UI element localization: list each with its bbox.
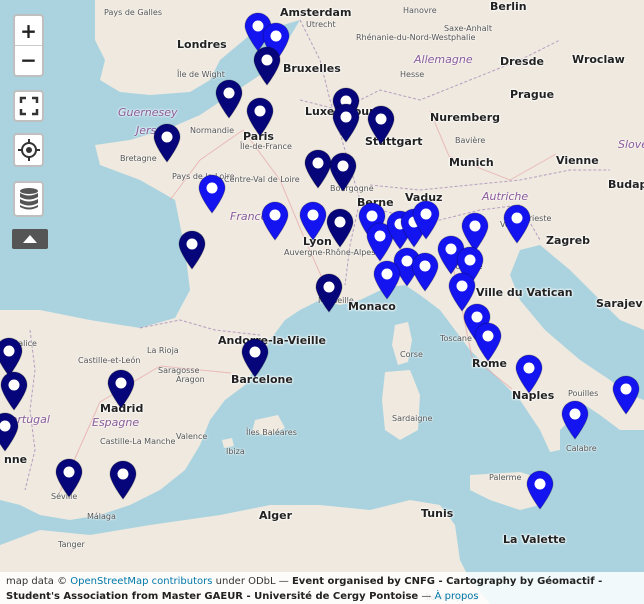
city-label: Amsterdam: [280, 6, 352, 19]
city-label: Wroclaw: [572, 53, 625, 66]
region-label: Castille-La Manche: [100, 437, 176, 446]
region-label: Centre-Val de Loire: [224, 175, 300, 184]
map-marker-pin-icon[interactable]: [314, 273, 344, 313]
map-marker-pin-icon[interactable]: [245, 97, 275, 137]
city-label: La Valette: [503, 533, 566, 546]
locate-icon: [17, 139, 40, 161]
map-marker-pin-icon[interactable]: [473, 322, 503, 362]
collapse-arrow-icon: [23, 235, 37, 243]
map-marker-pin-icon[interactable]: [0, 371, 29, 411]
city-label: Budap: [608, 178, 644, 191]
region-label: Palerme: [489, 473, 522, 482]
city-label: Berlin: [490, 0, 527, 13]
layers-icon: [19, 188, 38, 210]
country-label: Guernesey: [118, 106, 178, 119]
city-label: Alger: [259, 509, 293, 522]
region-label: Pouilles: [568, 389, 599, 398]
region-label: Tanger: [58, 540, 85, 549]
city-label: Tunis: [421, 507, 454, 520]
map-marker-pin-icon[interactable]: [372, 260, 402, 300]
city-label: Dresde: [500, 55, 544, 68]
region-label: Málaga: [87, 512, 116, 521]
attribution-bar: map data © OpenStreetMap contributors un…: [0, 572, 644, 604]
map-marker-pin-icon[interactable]: [560, 400, 590, 440]
country-label: Slove: [618, 138, 644, 151]
map-marker-pin-icon[interactable]: [0, 412, 20, 452]
region-label: Hesse: [400, 70, 425, 79]
region-label: Aragon: [176, 375, 205, 384]
country-label: Espagne: [92, 416, 140, 429]
region-label: Hanovre: [403, 6, 437, 15]
map-marker-pin-icon[interactable]: [240, 338, 270, 378]
fullscreen-icon: [19, 96, 38, 116]
region-label: Île-de-France: [240, 142, 292, 151]
region-label: Bavière: [455, 136, 486, 145]
map-marker-pin-icon[interactable]: [108, 460, 138, 500]
region-label: Valence: [176, 432, 208, 441]
zoom-in-button[interactable]: +: [15, 16, 42, 45]
region-label: Île de Wight: [177, 70, 225, 79]
country-label: Allemagne: [414, 53, 473, 66]
map-marker-pin-icon[interactable]: [252, 46, 282, 86]
map-marker-pin-icon[interactable]: [106, 369, 136, 409]
region-label: Rhénanie-du-Nord-Westphalie: [356, 33, 476, 42]
map-marker-pin-icon[interactable]: [152, 123, 182, 163]
attribution-sep: —: [418, 591, 435, 602]
region-label: Castille-et-León: [78, 356, 141, 365]
map-marker-pin-icon[interactable]: [260, 201, 290, 241]
country-label: Autriche: [482, 190, 529, 203]
city-label: Nuremberg: [430, 111, 501, 124]
layers-button[interactable]: [13, 181, 44, 217]
zoom-control: + −: [13, 14, 44, 77]
region-label: Utrecht: [306, 20, 336, 29]
city-label: Monaco: [348, 300, 396, 313]
map-marker-pin-icon[interactable]: [611, 375, 641, 415]
map-marker-pin-icon[interactable]: [366, 105, 396, 145]
map-marker-pin-icon[interactable]: [514, 354, 544, 394]
map-marker-pin-icon[interactable]: [197, 174, 227, 214]
city-label: Sarajev: [596, 297, 643, 310]
map-marker-pin-icon[interactable]: [214, 79, 244, 119]
attribution-license: under ODbL —: [212, 576, 292, 587]
region-label: Sardaigne: [392, 414, 433, 423]
map-marker-pin-icon[interactable]: [328, 152, 358, 192]
city-label: Vienne: [556, 154, 599, 167]
zoom-out-button[interactable]: −: [15, 45, 42, 74]
map-marker-pin-icon[interactable]: [502, 204, 532, 244]
osm-link[interactable]: OpenStreetMap contributors: [70, 576, 212, 587]
city-label: Bruxelles: [283, 62, 341, 75]
map-marker-pin-icon[interactable]: [525, 470, 555, 510]
region-label: Auvergne-Rhône-Alpes: [284, 248, 376, 257]
region-label: Ibiza: [226, 447, 245, 456]
map-marker-pin-icon[interactable]: [325, 208, 355, 248]
map-marker-pin-icon[interactable]: [331, 103, 361, 143]
map-marker-pin-icon[interactable]: [411, 200, 441, 240]
collapse-button[interactable]: [12, 229, 48, 249]
city-label: Zagreb: [546, 234, 591, 247]
region-label: Corse: [400, 350, 423, 359]
city-label: Prague: [510, 88, 555, 101]
region-label: Îles Baléares: [246, 428, 297, 437]
map-marker-pin-icon[interactable]: [177, 230, 207, 270]
city-label: Munich: [449, 156, 494, 169]
map-marker-pin-icon[interactable]: [410, 252, 440, 292]
region-label: Saxe-Anhalt: [444, 24, 492, 33]
region-label: Saragosse: [158, 366, 200, 375]
fullscreen-button[interactable]: [13, 90, 44, 122]
locate-button[interactable]: [13, 133, 44, 167]
city-label: Ville du Vatican: [476, 286, 573, 299]
city-label: Londres: [177, 38, 227, 51]
region-label: Normandie: [190, 126, 235, 135]
region-label: Pays de Galles: [104, 8, 162, 17]
region-label: La Rioja: [147, 346, 179, 355]
map[interactable]: Pays de Galles Utrecht Hanovre Saxe-Anhalt R…: [0, 0, 644, 604]
city-label: Andorre-la-Vieille: [218, 334, 326, 347]
map-marker-pin-icon[interactable]: [54, 458, 84, 498]
map-marker-pin-icon[interactable]: [298, 201, 328, 241]
city-label: nne: [4, 453, 28, 466]
about-link[interactable]: À propos: [435, 591, 479, 602]
region-label: Calabre: [566, 444, 597, 453]
attribution-prefix: map data ©: [6, 576, 71, 587]
